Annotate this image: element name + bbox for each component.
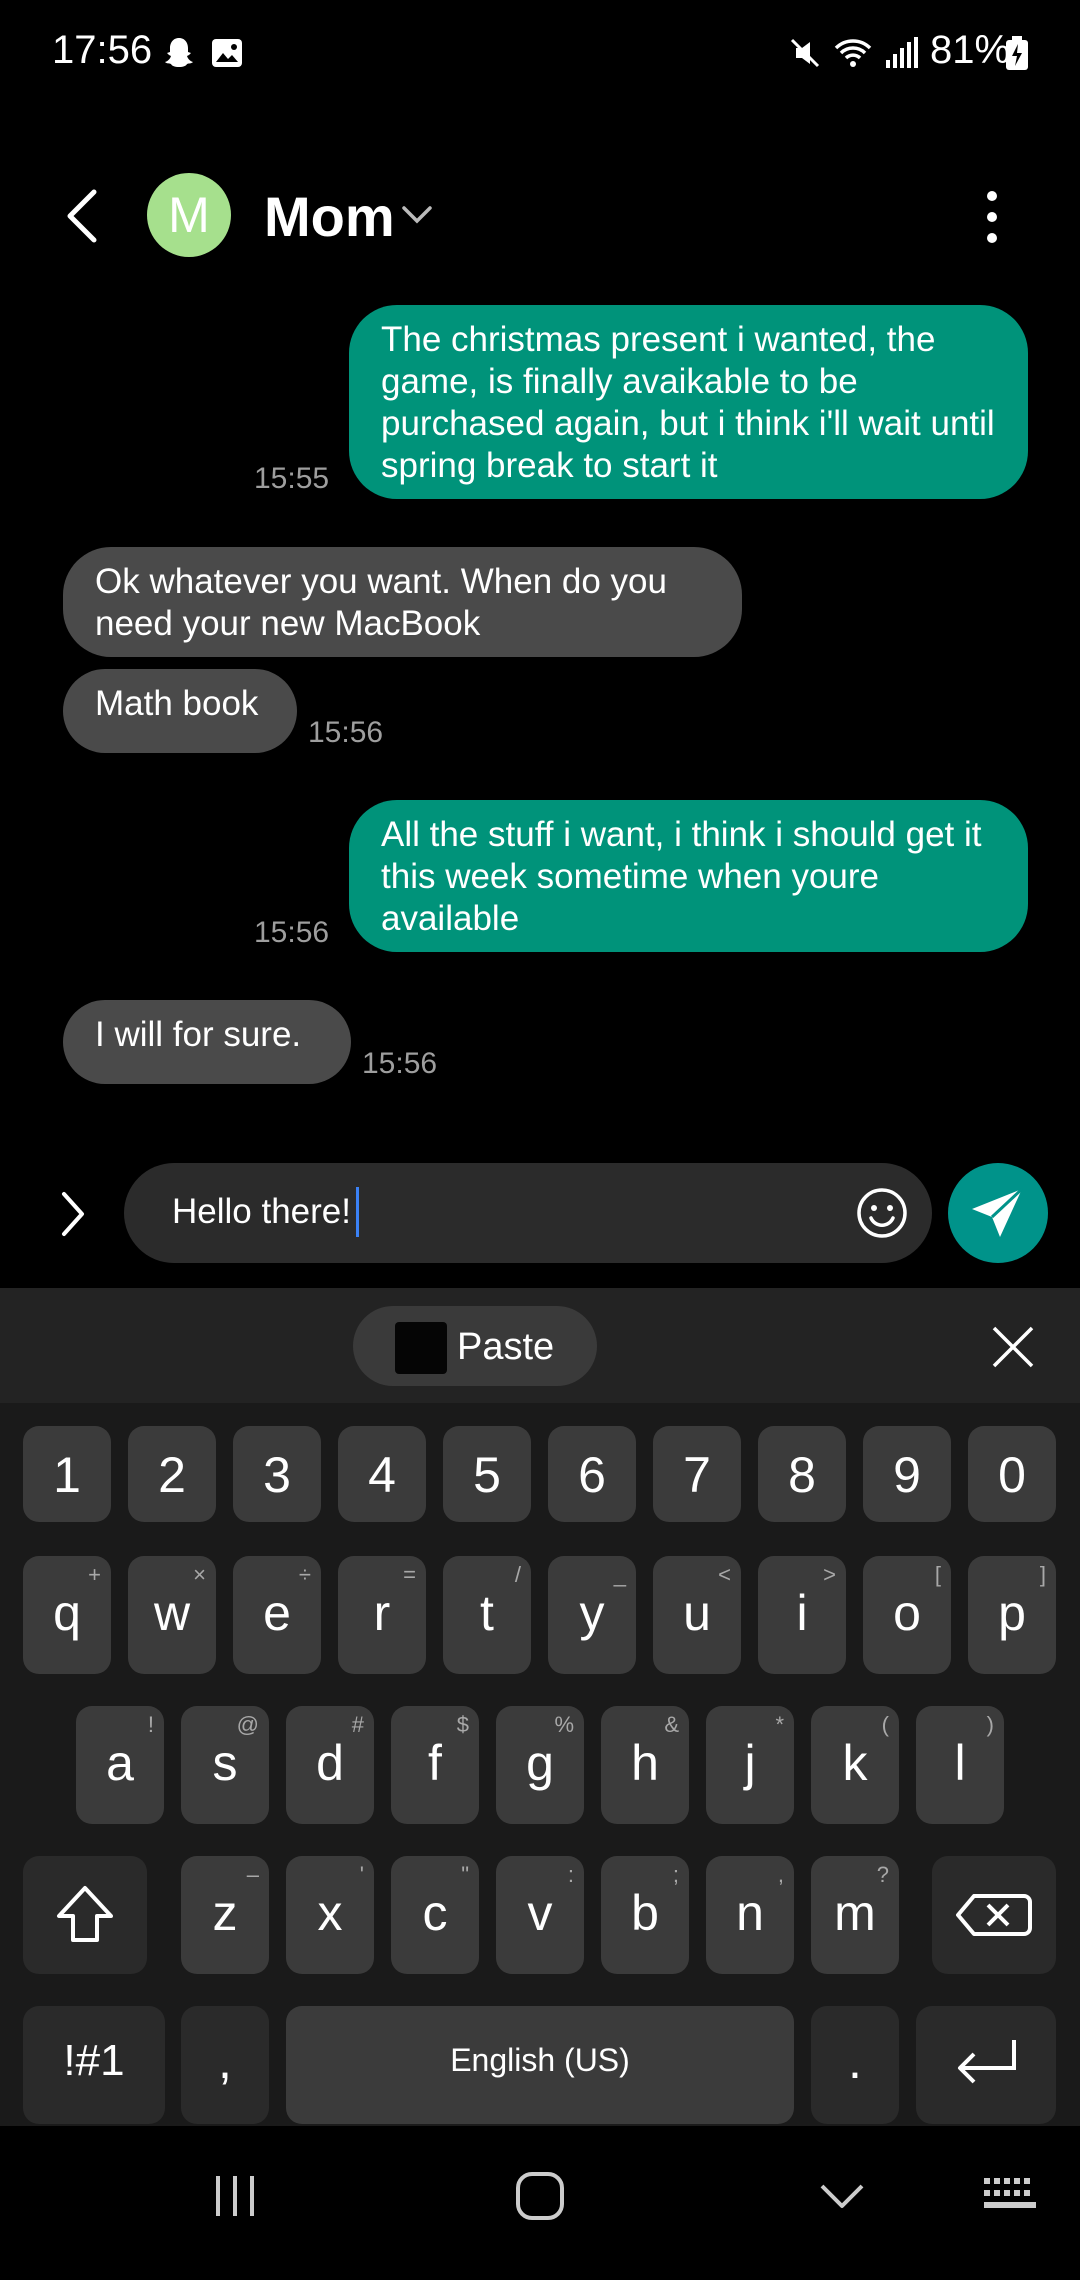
- backspace-icon: [956, 1894, 1032, 1936]
- back-button[interactable]: [58, 188, 108, 244]
- key-8[interactable]: 8: [758, 1426, 846, 1522]
- key-v[interactable]: :v: [496, 1856, 584, 1974]
- message-input-text[interactable]: Hello there!: [172, 1192, 351, 1232]
- key-l[interactable]: ) l: [916, 1706, 1004, 1824]
- clipboard-thumbnail: [395, 1322, 447, 1374]
- status-time: 17:56: [52, 28, 153, 72]
- key-f[interactable]: $ f: [391, 1706, 479, 1824]
- signal-icon: [886, 37, 918, 68]
- key-3[interactable]: 3: [233, 1426, 321, 1522]
- key-a[interactable]: ! a: [76, 1706, 164, 1824]
- emoji-icon[interactable]: [854, 1185, 910, 1241]
- key-1[interactable]: 1: [23, 1426, 111, 1522]
- key-j[interactable]: * j: [706, 1706, 794, 1824]
- key-q[interactable]: + q: [23, 1556, 111, 1674]
- message-bubble-received[interactable]: I will for sure.: [63, 1000, 351, 1084]
- shift-icon: [57, 1886, 113, 1942]
- key-r[interactable]: = r: [338, 1556, 426, 1674]
- keyboard: Paste 1 2 3 4 5 6 7 8 9 0 + q × w ÷ e = r / t…: [0, 1288, 1080, 2126]
- key-g[interactable]: % g: [496, 1706, 584, 1824]
- message-input[interactable]: Hello there!: [124, 1163, 932, 1263]
- key-n[interactable]: ,n: [706, 1856, 794, 1974]
- keyboard-switch-icon[interactable]: [982, 2174, 1038, 2218]
- recent-apps-button[interactable]: [210, 2166, 260, 2226]
- home-button[interactable]: [510, 2166, 570, 2226]
- key-w[interactable]: × w: [128, 1556, 216, 1674]
- backspace-key[interactable]: [932, 1856, 1056, 1974]
- message-timestamp: 15:56: [308, 716, 384, 749]
- key-u[interactable]: < u: [653, 1556, 741, 1674]
- mute-icon: [790, 38, 820, 68]
- conversation-header: M Mom: [0, 160, 1080, 270]
- message-timestamp: 15:55: [254, 462, 330, 495]
- enter-icon: [958, 2040, 1016, 2084]
- paste-suggestion-chip[interactable]: Paste: [353, 1306, 597, 1386]
- more-options-button[interactable]: [974, 188, 1010, 246]
- close-icon[interactable]: [990, 1324, 1036, 1370]
- shift-key[interactable]: [23, 1856, 147, 1974]
- key-4[interactable]: 4: [338, 1426, 426, 1522]
- space-bar[interactable]: English (US): [286, 2006, 794, 2124]
- status-bar: 17:56 81%: [0, 0, 1080, 110]
- key-5[interactable]: 5: [443, 1426, 531, 1522]
- key-y[interactable]: _ y: [548, 1556, 636, 1674]
- key-t[interactable]: / t: [443, 1556, 531, 1674]
- paste-label: Paste: [457, 1326, 555, 1368]
- contact-name[interactable]: Mom: [264, 184, 395, 249]
- message-bubble-received[interactable]: Ok whatever you want. When do you need y…: [63, 547, 742, 657]
- key-m[interactable]: ? m: [811, 1856, 899, 1974]
- wifi-icon: [834, 39, 872, 67]
- snapchat-icon: [165, 38, 193, 67]
- key-i[interactable]: > i: [758, 1556, 846, 1674]
- key-d[interactable]: # d: [286, 1706, 374, 1824]
- key-e[interactable]: ÷ e: [233, 1556, 321, 1674]
- chevron-down-icon[interactable]: [400, 202, 434, 228]
- hide-keyboard-button[interactable]: [816, 2170, 868, 2222]
- key-h[interactable]: & h: [601, 1706, 689, 1824]
- space-bar-label: English (US): [450, 2042, 630, 2078]
- comma-key[interactable]: ,: [181, 2006, 269, 2124]
- navigation-bar: [0, 2126, 1080, 2280]
- battery-percentage: 81%: [930, 28, 1011, 72]
- gallery-icon: [212, 39, 242, 67]
- message-bubble-sent[interactable]: All the stuff i want, i think i should g…: [349, 800, 1028, 952]
- key-2[interactable]: 2: [128, 1426, 216, 1522]
- key-b[interactable]: ; b: [601, 1856, 689, 1974]
- key-x[interactable]: ' x: [286, 1856, 374, 1974]
- text-caret: [356, 1187, 359, 1237]
- send-button[interactable]: [948, 1163, 1048, 1263]
- expand-attachments-button[interactable]: [52, 1188, 92, 1240]
- key-9[interactable]: 9: [863, 1426, 951, 1522]
- symbols-key[interactable]: !#1: [23, 2006, 165, 2124]
- key-o[interactable]: [o: [863, 1556, 951, 1674]
- contact-avatar[interactable]: M: [147, 173, 231, 257]
- key-z[interactable]: – z: [181, 1856, 269, 1974]
- enter-key[interactable]: [916, 2006, 1056, 2124]
- key-p[interactable]: ] p: [968, 1556, 1056, 1674]
- key-s[interactable]: @ s: [181, 1706, 269, 1824]
- keyboard-toolbar: Paste: [0, 1288, 1080, 1403]
- key-7[interactable]: 7: [653, 1426, 741, 1522]
- message-timestamp: 15:56: [362, 1047, 438, 1080]
- key-6[interactable]: 6: [548, 1426, 636, 1522]
- key-c[interactable]: " c: [391, 1856, 479, 1974]
- key-0[interactable]: 0: [968, 1426, 1056, 1522]
- key-k[interactable]: (k: [811, 1706, 899, 1824]
- period-key[interactable]: .: [811, 2006, 899, 2124]
- message-timestamp: 15:56: [254, 916, 330, 949]
- send-icon: [972, 1187, 1024, 1237]
- message-bubble-sent[interactable]: The christmas present i wanted, the game…: [349, 305, 1028, 499]
- battery-charging-icon: [1006, 36, 1028, 70]
- message-bubble-received[interactable]: Math book: [63, 669, 297, 753]
